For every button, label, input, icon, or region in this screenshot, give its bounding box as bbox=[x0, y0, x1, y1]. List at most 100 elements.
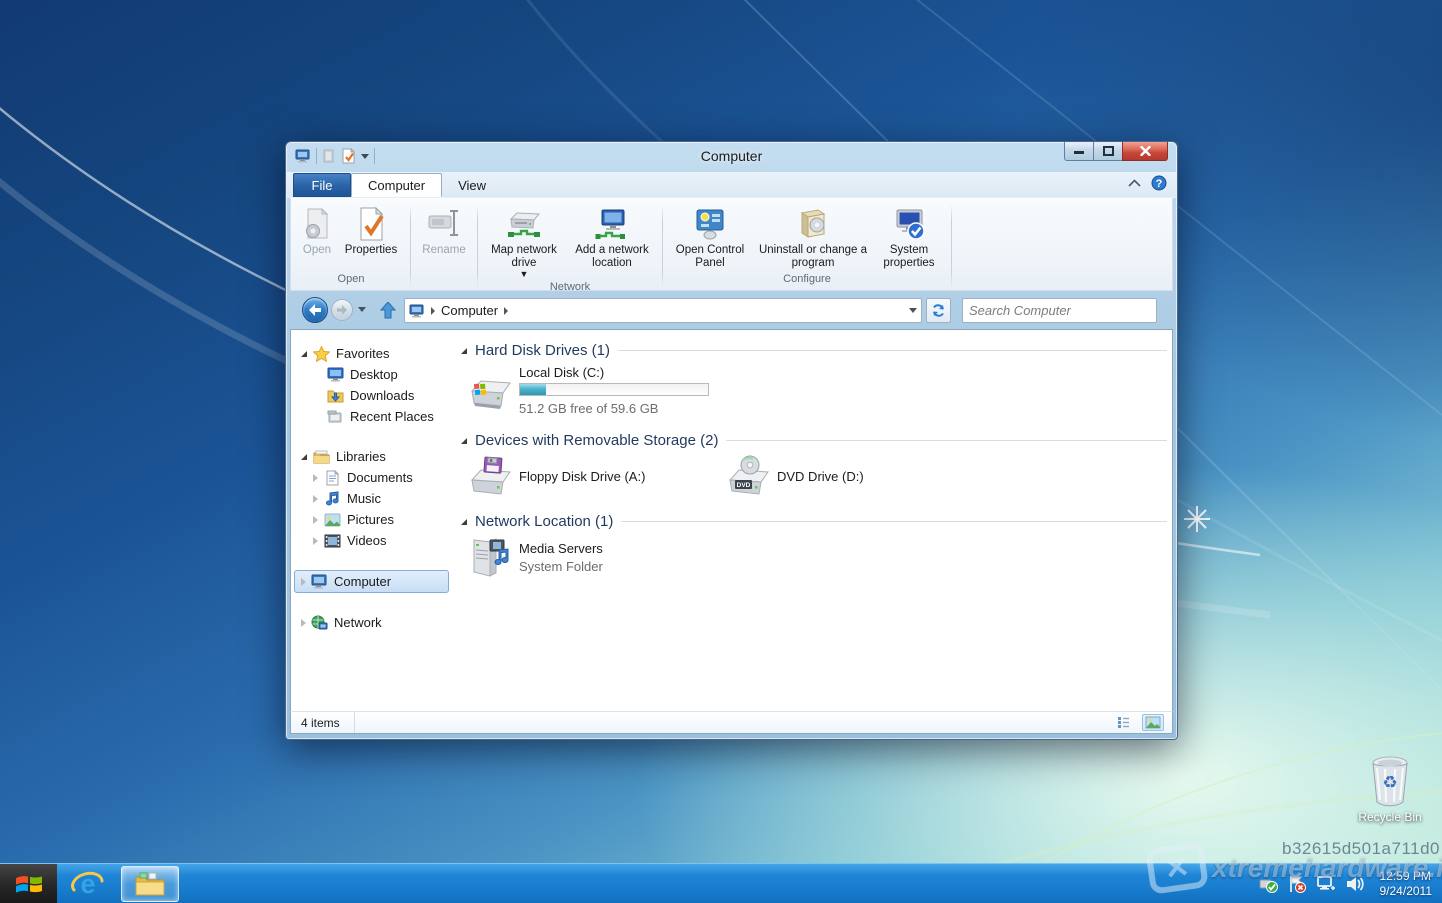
sidebar-item-music[interactable]: Music bbox=[291, 488, 454, 509]
view-switcher bbox=[1114, 714, 1172, 731]
open-icon bbox=[300, 207, 334, 241]
build-watermark: b32615d501a711d0 bbox=[1282, 839, 1440, 859]
refresh-button[interactable] bbox=[926, 298, 951, 323]
ribbon-group-label: Configure bbox=[666, 273, 948, 290]
map-network-drive-button[interactable]: Map network drive ▼ bbox=[481, 205, 567, 281]
sparkle-icon bbox=[1183, 505, 1211, 533]
recent-places-icon bbox=[327, 409, 344, 425]
sidebar-item-computer[interactable]: Computer bbox=[291, 571, 454, 592]
svg-text:♻: ♻ bbox=[1382, 773, 1397, 793]
section-rule bbox=[726, 440, 1167, 441]
section-expanded-icon[interactable] bbox=[461, 438, 467, 444]
uninstall-program-button[interactable]: Uninstall or change a program bbox=[754, 205, 872, 272]
expander-collapsed-icon[interactable] bbox=[313, 474, 318, 482]
section-title: Network Location (1) bbox=[475, 513, 613, 530]
floppy-drive-tile[interactable]: Floppy Disk Drive (A:) bbox=[466, 455, 724, 497]
sidebar-item-documents[interactable]: Documents bbox=[291, 467, 454, 488]
sidebar-item-videos[interactable]: Videos bbox=[291, 530, 454, 551]
tab-file[interactable]: File bbox=[293, 173, 351, 197]
open-label: Open bbox=[303, 244, 331, 257]
close-button[interactable] bbox=[1122, 142, 1168, 161]
large-icons-view-button[interactable] bbox=[1142, 714, 1164, 731]
status-separator bbox=[354, 712, 355, 733]
status-bar: 4 items bbox=[290, 711, 1173, 734]
expander-collapsed-icon[interactable] bbox=[313, 495, 318, 503]
expander-collapsed-icon[interactable] bbox=[301, 619, 306, 627]
dropdown-caret-icon: ▼ bbox=[520, 270, 529, 279]
open-button: Open bbox=[295, 205, 339, 259]
sidebar-item-pictures[interactable]: Pictures bbox=[291, 509, 454, 530]
minimize-ribbon-icon[interactable] bbox=[1128, 179, 1141, 187]
properties-button[interactable]: Properties bbox=[339, 205, 403, 259]
taskbar-explorer-button[interactable] bbox=[121, 866, 179, 902]
expander-collapsed-icon[interactable] bbox=[301, 578, 306, 586]
large-icons-view-icon bbox=[1145, 716, 1161, 729]
sidebar-item-downloads[interactable]: Downloads bbox=[291, 385, 454, 406]
back-button[interactable] bbox=[302, 297, 328, 323]
search-input[interactable] bbox=[963, 303, 1151, 318]
details-view-icon bbox=[1117, 716, 1133, 729]
network-status-icon[interactable] bbox=[1316, 875, 1336, 893]
titlebar[interactable]: Computer bbox=[286, 142, 1177, 172]
internet-explorer-icon: e bbox=[71, 869, 105, 899]
breadcrumb-separator-icon[interactable] bbox=[504, 307, 508, 315]
action-center-flag-icon[interactable] bbox=[1287, 875, 1307, 893]
open-control-panel-label: Open Control Panel bbox=[669, 244, 751, 270]
tab-computer[interactable]: Computer bbox=[351, 173, 442, 197]
section-expanded-icon[interactable] bbox=[461, 348, 467, 354]
details-view-button[interactable] bbox=[1114, 714, 1136, 731]
taskbar: e 12:59 PM 9/24/2011 bbox=[0, 863, 1442, 903]
sidebar-item-desktop[interactable]: Desktop bbox=[291, 364, 454, 385]
taskbar-ie-button[interactable]: e bbox=[57, 864, 119, 903]
section-expanded-icon[interactable] bbox=[461, 519, 467, 525]
explorer-window: Computer File Computer View ? Open bbox=[285, 141, 1178, 740]
open-control-panel-button[interactable]: Open Control Panel bbox=[666, 205, 754, 272]
expander-collapsed-icon[interactable] bbox=[313, 537, 318, 545]
volume-icon[interactable] bbox=[1345, 875, 1365, 893]
safely-remove-hardware-icon[interactable] bbox=[1258, 875, 1278, 893]
svg-text:e: e bbox=[80, 869, 95, 899]
tab-view[interactable]: View bbox=[442, 173, 502, 197]
help-icon[interactable]: ? bbox=[1151, 175, 1167, 191]
recent-pages-dropdown-icon[interactable] bbox=[358, 307, 366, 312]
sidebar-item-libraries[interactable]: Libraries bbox=[291, 446, 454, 467]
up-button[interactable] bbox=[376, 298, 400, 322]
dvd-drive-tile[interactable]: DVD DVD Drive (D:) bbox=[724, 455, 864, 497]
rename-icon bbox=[427, 207, 461, 241]
maximize-button[interactable] bbox=[1093, 142, 1123, 161]
drive-name: DVD Drive (D:) bbox=[777, 469, 864, 484]
network-icon bbox=[311, 615, 328, 631]
expander-expanded-icon[interactable] bbox=[301, 351, 307, 357]
section-header-network-location[interactable]: Network Location (1) bbox=[461, 513, 1167, 530]
section-header-removable-storage[interactable]: Devices with Removable Storage (2) bbox=[461, 432, 1167, 449]
sidebar-item-recent-places[interactable]: Recent Places bbox=[291, 406, 454, 427]
expander-collapsed-icon[interactable] bbox=[313, 516, 318, 524]
taskbar-clock[interactable]: 12:59 PM 9/24/2011 bbox=[1380, 869, 1433, 899]
recycle-bin[interactable]: ♻ Recycle Bin bbox=[1352, 754, 1428, 824]
breadcrumb-bar[interactable]: Computer bbox=[404, 298, 922, 323]
sidebar-item-label: Recent Places bbox=[350, 409, 434, 424]
local-disk-tile[interactable]: Local Disk (C:) 51.2 GB free of 59.6 GB bbox=[466, 365, 709, 416]
media-servers-tile[interactable]: Media Servers System Folder bbox=[466, 536, 603, 578]
system-properties-button[interactable]: System properties bbox=[872, 205, 946, 272]
expander-expanded-icon[interactable] bbox=[301, 454, 307, 460]
item-type: System Folder bbox=[519, 559, 603, 574]
music-icon bbox=[324, 491, 341, 507]
recycle-bin-icon: ♻ bbox=[1367, 754, 1413, 808]
floppy-drive-icon bbox=[466, 455, 512, 497]
search-box[interactable] bbox=[962, 298, 1157, 323]
add-network-location-button[interactable]: Add a network location bbox=[567, 205, 657, 272]
section-header-hard-disk-drives[interactable]: Hard Disk Drives (1) bbox=[461, 342, 1167, 359]
sidebar-item-label: Pictures bbox=[347, 512, 394, 527]
item-name: Media Servers bbox=[519, 541, 603, 556]
desktop-icon bbox=[327, 367, 344, 383]
start-button[interactable] bbox=[0, 864, 57, 903]
sidebar-item-network[interactable]: Network bbox=[291, 612, 454, 633]
breadcrumb-item[interactable]: Computer bbox=[441, 303, 498, 318]
minimize-button[interactable] bbox=[1064, 142, 1094, 161]
clock-time: 12:59 PM bbox=[1380, 869, 1433, 884]
sidebar-item-favorites[interactable]: Favorites bbox=[291, 343, 454, 364]
address-dropdown-icon[interactable] bbox=[909, 308, 917, 313]
items-view: Hard Disk Drives (1) Local Disk bbox=[457, 330, 1169, 711]
ribbon-tab-strip: File Computer View bbox=[287, 172, 1176, 198]
